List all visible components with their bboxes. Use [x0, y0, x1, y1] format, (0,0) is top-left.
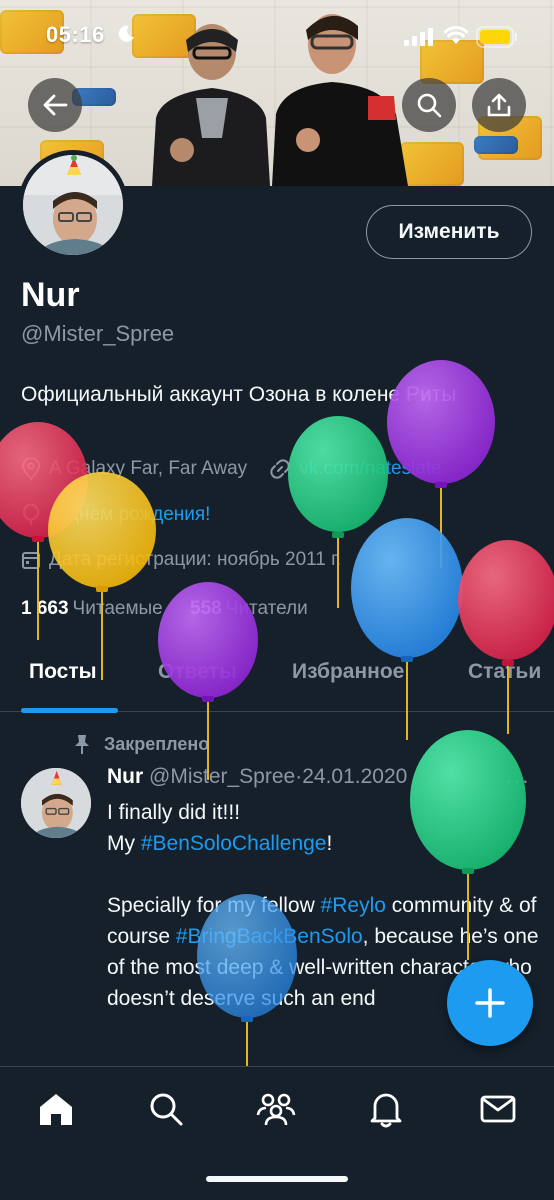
- compose-post-button[interactable]: [447, 960, 533, 1046]
- pin-icon: [75, 735, 89, 754]
- profile-location: A Galaxy Far, Far Away: [49, 458, 248, 479]
- followers-count: 558: [190, 598, 222, 619]
- wifi-icon: [444, 26, 468, 44]
- tweet-date[interactable]: 24.01.2020: [302, 765, 407, 788]
- share-icon: [487, 93, 511, 117]
- tweet-line-2-suffix: !: [326, 832, 333, 855]
- search-icon: [417, 93, 442, 118]
- status-bar: 05:16: [0, 20, 554, 56]
- tweet-author-name[interactable]: Nur: [107, 765, 143, 788]
- moon-icon: [118, 25, 134, 42]
- tab-posts[interactable]: Посты: [29, 660, 97, 684]
- communities-icon: [256, 1093, 296, 1126]
- profile-tabs: Посты Ответы Избранное Статьи: [0, 646, 554, 713]
- share-button[interactable]: [472, 78, 526, 132]
- following-link[interactable]: 1 663 Читаемые: [21, 598, 163, 619]
- profile-website-link[interactable]: vk.com/nateslate: [299, 458, 442, 480]
- nav-search[interactable]: [146, 1089, 186, 1129]
- home-icon: [40, 1094, 72, 1125]
- search-button[interactable]: [402, 78, 456, 132]
- tweet-author-handle[interactable]: @Mister_Spree: [149, 765, 295, 788]
- status-time: 05:16: [46, 22, 105, 47]
- avatar-photo: [21, 768, 91, 838]
- profile-meta-birthday: С днем рождения!: [21, 504, 210, 526]
- hashtag-link[interactable]: #BringBackBenSolo: [176, 925, 363, 948]
- messages-icon: [480, 1095, 516, 1123]
- tweet-line-2-prefix: My: [107, 832, 141, 855]
- pinned-label: Закреплено: [72, 733, 209, 755]
- signal-icon: [404, 28, 433, 46]
- profile-meta-joined: Дата регистрации: ноябрь 2011 г.: [21, 549, 341, 571]
- hashtag-link[interactable]: #Reylo: [321, 894, 386, 917]
- battery-icon: [476, 26, 517, 48]
- nav-home[interactable]: [36, 1089, 76, 1129]
- link-icon: [270, 459, 290, 479]
- avatar-photo: [23, 155, 123, 255]
- profile-meta-location-website: A Galaxy Far, Far Away vk.com/nateslate: [21, 458, 442, 480]
- edit-profile-button[interactable]: Изменить: [366, 205, 532, 259]
- tweet-author-avatar[interactable]: [21, 768, 91, 838]
- profile-handle: @Mister_Spree: [21, 321, 175, 346]
- tweet-line-1: I finally did it!!!: [107, 801, 241, 824]
- back-button[interactable]: [28, 78, 82, 132]
- tab-replies[interactable]: Ответы: [158, 660, 237, 684]
- balloon-icon: [23, 504, 39, 525]
- nav-notifications[interactable]: [366, 1089, 406, 1129]
- pinned-text: Закреплено: [104, 733, 210, 754]
- balloon-green: [288, 416, 388, 608]
- home-indicator: [206, 1176, 348, 1182]
- follow-stats: 1 663 Читаемые 558 Читатели: [21, 598, 308, 620]
- followers-label: Читатели: [225, 598, 308, 619]
- profile-avatar[interactable]: [18, 150, 128, 260]
- notifications-icon: [370, 1093, 402, 1128]
- profile-joined: Дата регистрации: ноябрь 2011 г.: [49, 549, 342, 570]
- profile-birthday[interactable]: С днем рождения!: [49, 504, 210, 526]
- banner-logo: [474, 136, 518, 154]
- tab-likes[interactable]: Избранное: [292, 660, 404, 684]
- followers-link[interactable]: 558 Читатели: [190, 598, 308, 619]
- tab-articles[interactable]: Статьи: [468, 660, 541, 684]
- plus-icon: [475, 988, 505, 1018]
- following-label: Читаемые: [72, 598, 163, 619]
- hashtag-link[interactable]: #BenSoloChallenge: [141, 832, 327, 855]
- search-icon: [150, 1093, 183, 1126]
- profile-name: Nur: [21, 276, 80, 314]
- profile-bio: Официальный аккаунт Озона в колене Риты: [21, 383, 457, 406]
- location-icon: [21, 458, 41, 480]
- arrow-left-icon: [43, 94, 68, 116]
- following-count: 1 663: [21, 598, 69, 619]
- tweet-text-part: Specially for my fellow: [107, 894, 321, 917]
- tab-active-indicator: [21, 708, 118, 713]
- nav-messages[interactable]: [478, 1089, 518, 1129]
- tweet-header: Nur @Mister_Spree·24.01.2020: [107, 765, 407, 789]
- calendar-icon: [22, 552, 40, 569]
- tweet-more-button[interactable]: ···: [505, 768, 530, 794]
- nav-communities[interactable]: [256, 1089, 296, 1129]
